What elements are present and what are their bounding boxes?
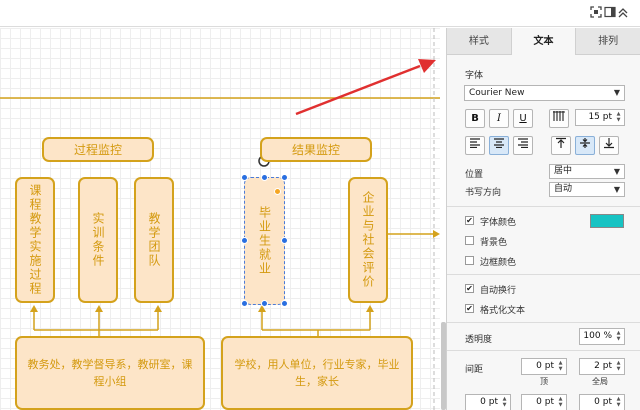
resize-handle[interactable] (281, 300, 288, 307)
border-color-label: 边框颜色 (480, 258, 517, 268)
font-color-swatch[interactable] (590, 214, 624, 228)
resize-handle[interactable] (241, 237, 248, 244)
process-stakeholders-box[interactable]: 教务处，教学督导系，教研室，课程小组 (15, 336, 205, 410)
result-monitor-title[interactable]: 结果监控 (260, 137, 372, 162)
tab-text[interactable]: 文本 (511, 28, 577, 55)
spacing-right-stepper[interactable]: 0 pt ▲ ▼ (579, 394, 625, 410)
stepper-arrows-icon[interactable]: ▲ ▼ (614, 396, 623, 409)
align-right-button[interactable] (513, 136, 533, 155)
top-toolbar (0, 0, 640, 27)
resize-handle[interactable] (281, 237, 288, 244)
direction-label: 书写方向 (465, 188, 502, 198)
spacing-left-stepper[interactable]: 0 pt ▲ ▼ (465, 394, 511, 410)
border-color-checkbox[interactable] (465, 256, 474, 265)
collapse-icon[interactable] (617, 6, 629, 18)
position-value: 居中 (554, 166, 573, 176)
background-color-checkbox[interactable] (465, 236, 474, 245)
autowrap-checkbox[interactable]: ✔ (465, 284, 474, 293)
opacity-stepper[interactable]: 100 % ▲ ▼ (579, 328, 625, 345)
spacing-mid-value: 0 pt (536, 397, 554, 407)
bold-button[interactable]: B (465, 109, 485, 128)
divider (447, 206, 640, 207)
font-section-title: 字体 (465, 71, 484, 81)
font-family-select[interactable]: Courier New ▼ (464, 85, 625, 101)
resize-handle[interactable] (261, 174, 268, 181)
direction-value: 自动 (554, 184, 573, 194)
teaching-process-box[interactable]: 课程教学实施过程 (15, 177, 55, 303)
chevron-down-icon: ▼ (613, 88, 620, 97)
align-bottom-button[interactable] (599, 136, 619, 155)
font-size-stepper[interactable]: 15 pt ▲ ▼ (575, 109, 625, 126)
opacity-label: 透明度 (465, 335, 493, 345)
align-center-button[interactable] (489, 136, 509, 155)
direction-select[interactable]: 自动 ▼ (549, 182, 625, 197)
spacing-global-value: 2 pt (594, 361, 612, 371)
teaching-team-box[interactable]: 教学团队 (134, 177, 174, 303)
text-direction-icon[interactable] (549, 109, 569, 128)
spacing-right-value: 0 pt (594, 397, 612, 407)
autowrap-label: 自动换行 (480, 286, 517, 296)
formatted-text-checkbox[interactable]: ✔ (465, 304, 474, 313)
resize-handle[interactable] (281, 174, 288, 181)
stepper-arrows-icon[interactable]: ▲ ▼ (614, 360, 623, 373)
fullscreen-icon[interactable] (590, 6, 602, 18)
spacing-mid-stepper[interactable]: 0 pt ▲ ▼ (521, 394, 567, 410)
tab-style[interactable]: 样式 (447, 28, 512, 55)
diagram-canvas[interactable]: 过程监控 结果监控 课程教学实施过程 实训条件 教学团队 毕业生就业 企业与社会… (0, 28, 440, 410)
font-color-label: 字体颜色 (480, 218, 517, 228)
graduate-employment-box[interactable]: 毕业生就业 (244, 177, 285, 305)
result-stakeholders-box[interactable]: 学校，用人单位，行业专家，毕业生，家长 (221, 336, 413, 410)
italic-button[interactable]: I (489, 109, 509, 128)
format-panel-icon[interactable] (604, 6, 616, 18)
connection-point[interactable] (274, 188, 281, 195)
spacing-top-caption: 顶 (540, 377, 548, 386)
divider (447, 350, 640, 351)
divider (447, 274, 640, 275)
tab-arrange[interactable]: 排列 (576, 28, 640, 55)
font-color-checkbox[interactable]: ✔ (465, 216, 474, 225)
font-size-value: 15 pt (588, 112, 612, 122)
enterprise-evaluation-box[interactable]: 企业与社会评价 (348, 177, 388, 303)
stepper-arrows-icon[interactable]: ▲ ▼ (556, 360, 565, 373)
align-middle-button[interactable] (575, 136, 595, 155)
position-select[interactable]: 居中 ▼ (549, 164, 625, 179)
stepper-arrows-icon[interactable]: ▲ ▼ (614, 330, 623, 343)
spacing-top-stepper[interactable]: 0 pt ▲ ▼ (521, 358, 567, 375)
divider (447, 322, 640, 323)
resize-handle[interactable] (241, 174, 248, 181)
stepper-arrows-icon[interactable]: ▲ ▼ (500, 396, 509, 409)
spacing-label: 间距 (465, 365, 484, 375)
chevron-down-icon: ▼ (613, 185, 620, 194)
resize-handle[interactable] (261, 300, 268, 307)
underline-button[interactable]: U (513, 109, 533, 128)
resize-handle[interactable] (241, 300, 248, 307)
font-family-value: Courier New (469, 88, 525, 98)
chevron-down-icon: ▼ (613, 167, 620, 176)
process-monitor-title[interactable]: 过程监控 (42, 137, 154, 162)
background-color-label: 背景色 (480, 238, 508, 248)
stepper-arrows-icon[interactable]: ▲ ▼ (614, 111, 623, 124)
stepper-arrows-icon[interactable]: ▲ ▼ (556, 396, 565, 409)
format-panel: 样式 文本 排列 字体 Courier New ▼ B I U 15 pt ▲ ▼… (446, 28, 640, 410)
align-left-button[interactable] (465, 136, 485, 155)
formatted-text-label: 格式化文本 (480, 306, 526, 316)
spacing-global-caption: 全局 (592, 377, 608, 386)
training-conditions-box[interactable]: 实训条件 (78, 177, 118, 303)
spacing-top-value: 0 pt (536, 361, 554, 371)
position-label: 位置 (465, 170, 484, 180)
spacing-left-value: 0 pt (480, 397, 498, 407)
spacing-global-stepper[interactable]: 2 pt ▲ ▼ (579, 358, 625, 375)
align-top-button[interactable] (551, 136, 571, 155)
opacity-value: 100 % (583, 331, 612, 341)
